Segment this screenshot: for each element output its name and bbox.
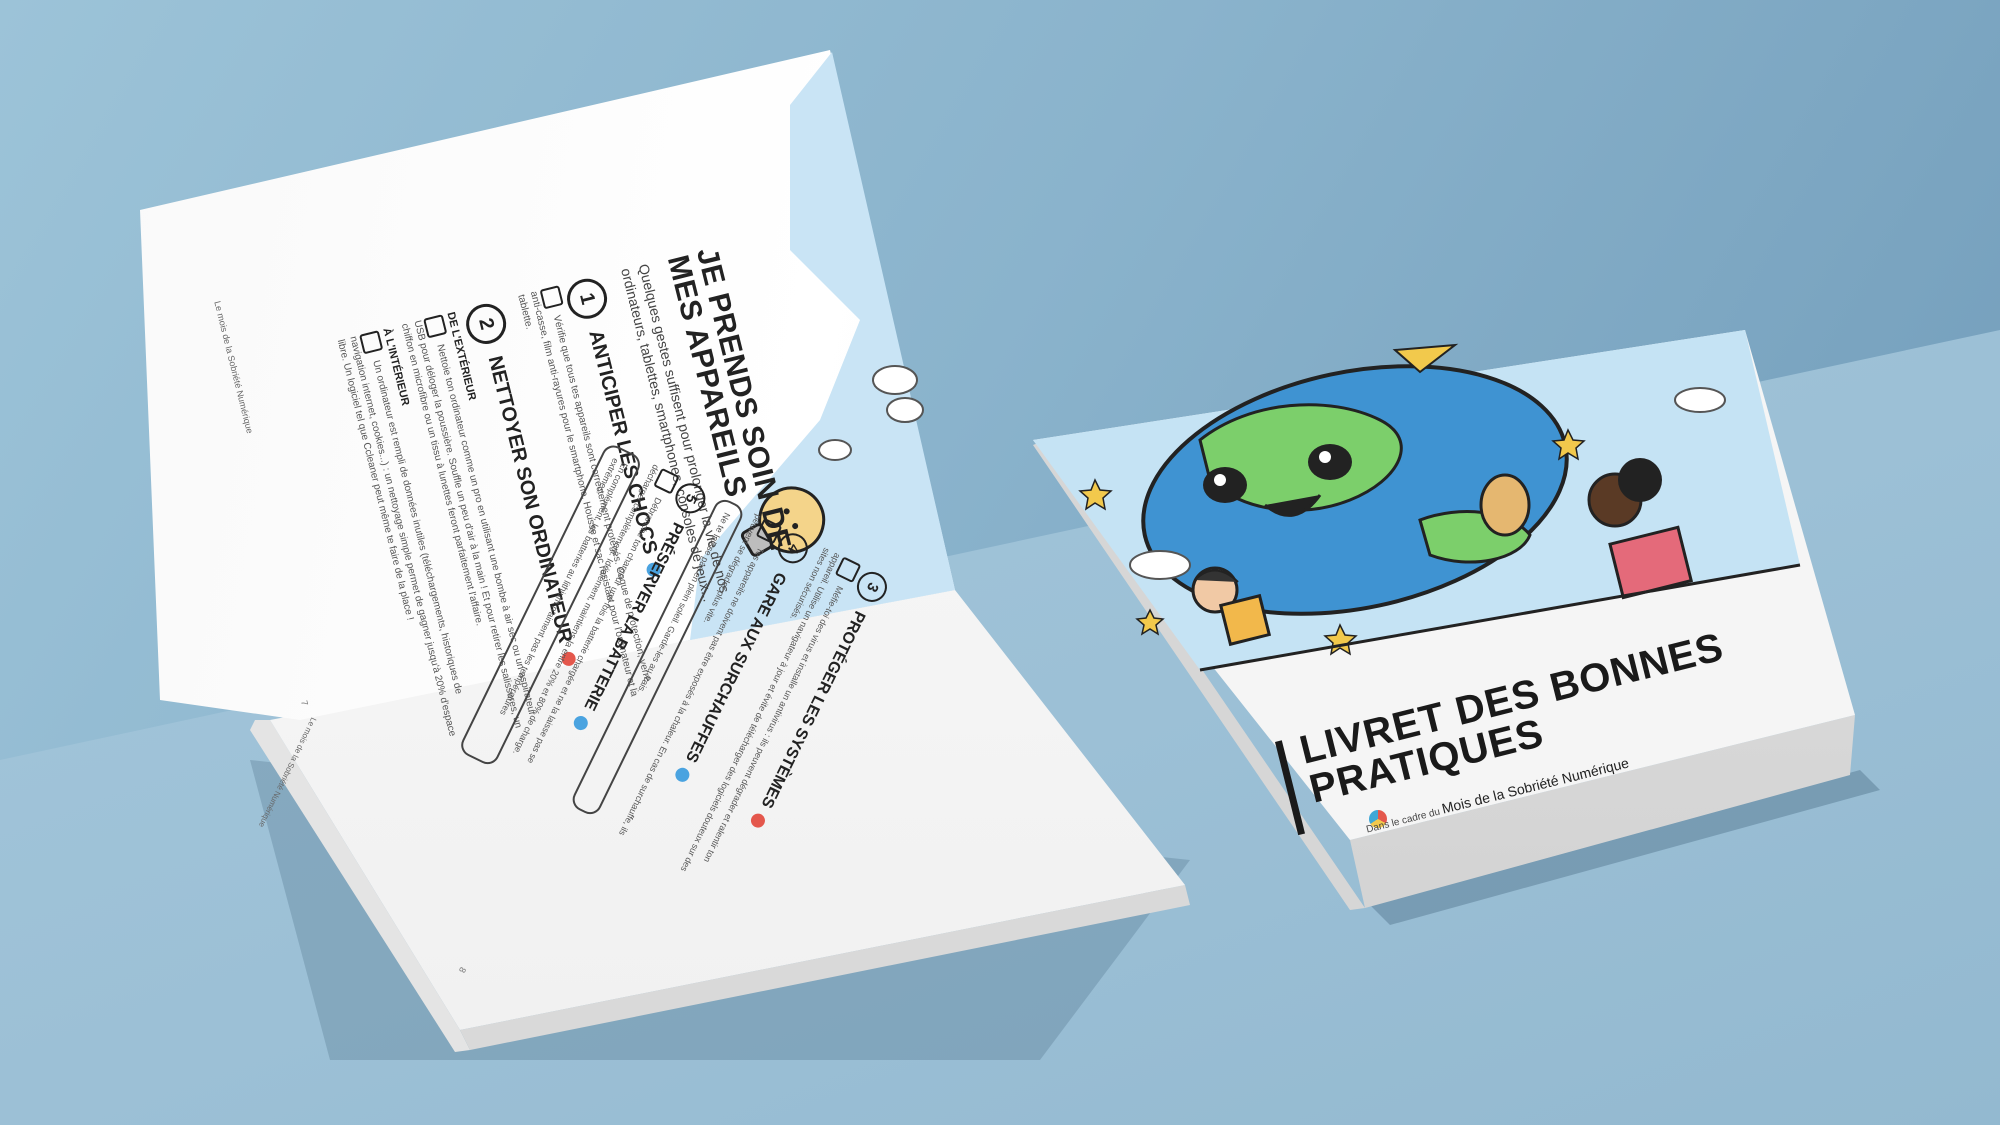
closed-book: LIVRET DES BONNES PRATIQUES Dans le cadr… [0,0,2000,1125]
child-right-illustration [1479,458,1694,600]
scene: JE PRENDS SOIN DE MES APPAREILS Quelques… [0,0,2000,1125]
star-icon [1323,623,1358,656]
star-icon [1135,608,1165,636]
cover-illustration [1078,343,1801,672]
cloud-shape [1129,550,1191,580]
cloud-shape [1674,387,1726,413]
star-icon [1078,478,1113,511]
